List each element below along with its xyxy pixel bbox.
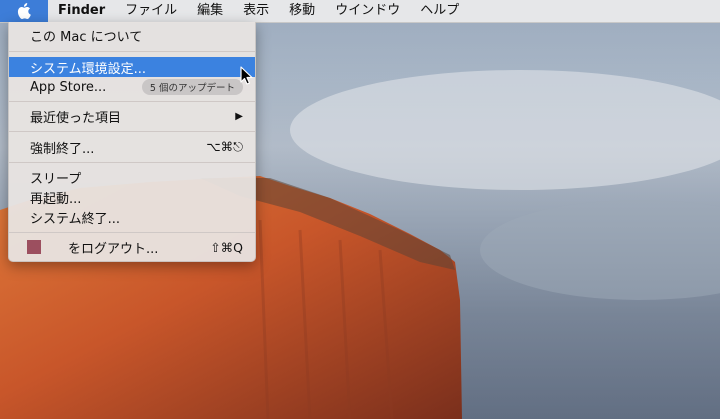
apple-logo-icon bbox=[17, 3, 31, 19]
menu-item-label: システム環境設定... bbox=[30, 61, 147, 77]
menubar-item-help[interactable]: ヘルプ bbox=[410, 0, 469, 22]
menu-bar: Finder ファイル 編集 表示 移動 ウインドウ ヘルプ bbox=[0, 0, 720, 23]
menu-item-system-preferences[interactable]: システム環境設定... bbox=[9, 57, 255, 77]
menubar-item-window[interactable]: ウインドウ bbox=[325, 0, 410, 22]
menu-separator bbox=[9, 131, 255, 132]
menu-item-shutdown[interactable]: システム終了... bbox=[9, 207, 255, 227]
menu-item-label: をログアウト... bbox=[68, 241, 159, 257]
menubar-item-view[interactable]: 表示 bbox=[233, 0, 279, 22]
apple-dropdown-menu: この Mac について システム環境設定... App Store... 5 個… bbox=[8, 22, 256, 262]
menu-item-label: 強制終了... bbox=[30, 141, 95, 157]
menubar-item-edit[interactable]: 編集 bbox=[187, 0, 233, 22]
user-account-swatch bbox=[27, 240, 41, 254]
menu-item-label: App Store... bbox=[30, 79, 107, 95]
menu-item-log-out[interactable]: をログアウト... ⇧⌘Q bbox=[9, 237, 255, 257]
menu-separator bbox=[9, 51, 255, 52]
mouse-pointer-icon bbox=[240, 66, 253, 85]
menu-separator bbox=[9, 232, 255, 233]
menubar-app-name[interactable]: Finder bbox=[48, 0, 115, 22]
menu-item-recent-items[interactable]: 最近使った項目 ▶ bbox=[9, 106, 255, 126]
menubar-item-go[interactable]: 移動 bbox=[279, 0, 325, 22]
menu-separator bbox=[9, 101, 255, 102]
updates-badge: 5 個のアップデート bbox=[141, 79, 243, 95]
menu-item-app-store[interactable]: App Store... 5 個のアップデート bbox=[9, 77, 255, 97]
menu-separator bbox=[9, 162, 255, 163]
menu-item-sleep[interactable]: スリープ bbox=[9, 167, 255, 187]
apple-menu-button[interactable] bbox=[0, 0, 48, 22]
menu-item-force-quit[interactable]: 強制終了... ⌥⌘⎋ bbox=[9, 137, 255, 157]
menu-item-label: この Mac について bbox=[30, 29, 143, 45]
keyboard-shortcut: ⇧⌘Q bbox=[210, 239, 243, 255]
menu-item-label: 再起動... bbox=[30, 191, 82, 207]
menubar-item-file[interactable]: ファイル bbox=[115, 0, 187, 22]
menu-item-label: 最近使った項目 bbox=[30, 110, 122, 126]
menu-item-label: システム終了... bbox=[30, 211, 121, 227]
keyboard-shortcut: ⌥⌘⎋ bbox=[206, 139, 243, 154]
submenu-arrow-icon: ▶ bbox=[235, 110, 243, 122]
menu-item-about-this-mac[interactable]: この Mac について bbox=[9, 25, 255, 45]
menu-item-label: スリープ bbox=[30, 171, 82, 187]
menu-item-restart[interactable]: 再起動... bbox=[9, 187, 255, 207]
